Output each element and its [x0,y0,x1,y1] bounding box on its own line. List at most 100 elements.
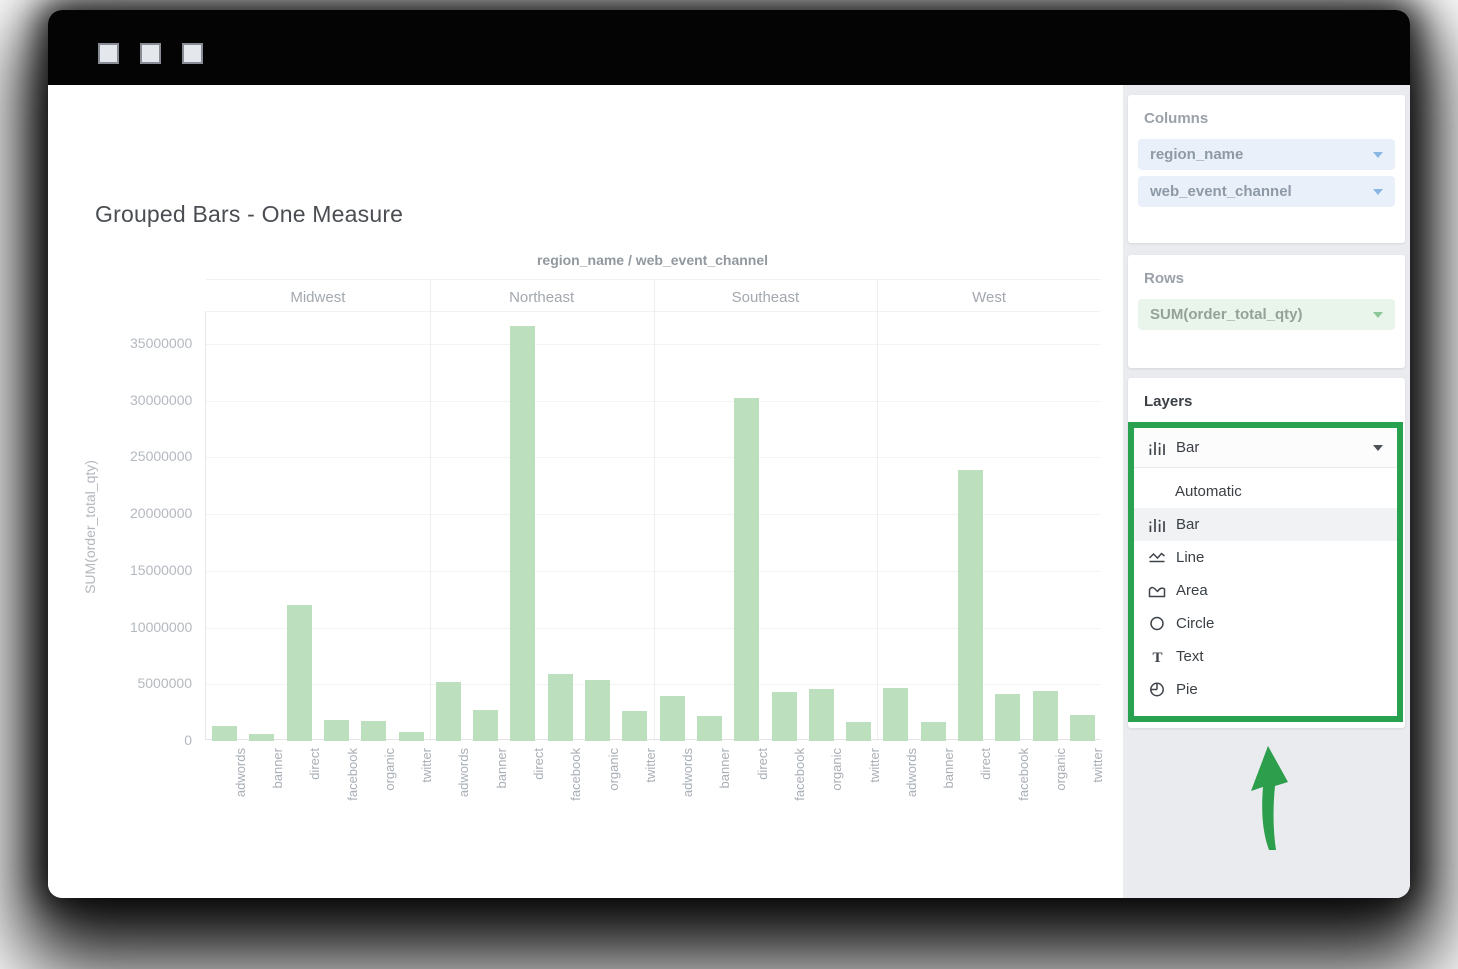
facet-separator [654,279,655,741]
bar[interactable] [772,692,797,741]
layer-menu-item-text[interactable]: T Text [1134,640,1397,673]
y-tick-label: 25000000 [130,448,192,464]
y-tick-label: 0 [130,732,192,748]
area-icon [1148,584,1166,598]
window-control-button[interactable] [140,43,161,64]
x-tick-label: organic [1053,748,1069,812]
bar[interactable] [361,721,386,741]
bar[interactable] [399,732,424,741]
x-tick-label: twitter [419,748,435,812]
bar[interactable] [473,710,498,741]
layers-header: Layers [1128,378,1405,422]
layer-menu-item-label: Area [1176,582,1208,599]
field-pill-sum-order-total-qty-[interactable]: SUM(order_total_qty) [1138,299,1395,330]
bar[interactable] [660,696,685,741]
bar[interactable] [958,470,983,741]
x-tick-label: organic [829,748,845,812]
bar[interactable] [212,726,237,741]
y-tick-label: 30000000 [130,392,192,408]
x-tick-label: organic [606,748,622,812]
x-tick-label: adwords [233,748,249,812]
columns-header: Columns [1128,95,1405,139]
facet-group-label: Southeast [654,281,878,314]
bar[interactable] [548,674,573,741]
x-tick-label: facebook [345,748,361,812]
window-control-button[interactable] [182,43,203,64]
layer-menu-item-automatic[interactable]: Automatic [1134,475,1397,508]
layer-type-select[interactable]: Bar [1134,428,1397,468]
field-pill-region-name[interactable]: region_name [1138,139,1395,170]
app-content: Grouped Bars - One Measure region_name /… [48,85,1410,898]
bar[interactable] [324,720,349,741]
chevron-down-icon[interactable] [1373,312,1383,318]
bar[interactable] [1070,715,1095,741]
field-pill-web-event-channel[interactable]: web_event_channel [1138,176,1395,207]
app-window: Grouped Bars - One Measure region_name /… [48,10,1410,898]
x-tick-label: direct [307,748,323,812]
bar-chart-plot: 0500000010000000150000002000000025000000… [205,311,1100,740]
desktop-background: Grouped Bars - One Measure region_name /… [0,0,1458,969]
bar[interactable] [921,722,946,741]
y-tick-label: 10000000 [130,619,192,635]
facet-axis-title: region_name / web_event_channel [205,252,1100,268]
facet-group-label: Midwest [206,281,430,314]
bar[interactable] [585,680,610,741]
layer-type-selected-label: Bar [1176,439,1363,456]
bar[interactable] [287,605,312,741]
bar[interactable] [510,326,535,741]
chevron-down-icon[interactable] [1373,152,1383,158]
facet-group-label: Northeast [430,281,654,314]
y-tick-label: 20000000 [130,505,192,521]
x-tick-label: direct [978,748,994,812]
window-control-button[interactable] [98,43,119,64]
tutorial-arrow-icon [1248,744,1294,852]
x-tick-label: banner [270,748,286,812]
bar[interactable] [1033,691,1058,741]
field-pill-label: SUM(order_total_qty) [1150,306,1373,323]
bar[interactable] [249,734,274,741]
x-tick-label: banner [494,748,510,812]
x-tick-label: twitter [643,748,659,812]
bar[interactable] [436,682,461,741]
bar-icon [1148,440,1166,456]
x-tick-label: adwords [456,748,472,812]
facet-group-label: West [877,281,1101,314]
x-tick-label: direct [755,748,771,812]
layer-menu-item-circle[interactable]: Circle [1134,607,1397,640]
bar[interactable] [697,716,722,741]
layer-menu-item-bar[interactable]: Bar [1134,508,1397,541]
page-title: Grouped Bars - One Measure [95,201,403,228]
columns-card: Columns region_name web_event_channel [1128,95,1405,243]
x-tick-label: adwords [904,748,920,812]
x-tick-label: facebook [1016,748,1032,812]
y-tick-label: 35000000 [130,335,192,351]
layer-menu-item-label: Line [1176,549,1204,566]
x-tick-label: facebook [792,748,808,812]
field-pill-label: web_event_channel [1150,183,1373,200]
chevron-down-icon[interactable] [1373,189,1383,195]
bar[interactable] [883,688,908,741]
layer-menu-item-label: Circle [1176,615,1214,632]
layer-menu-item-line[interactable]: Line [1134,541,1397,574]
y-tick-label: 5000000 [130,675,192,691]
layer-menu-item-label: Pie [1176,681,1198,698]
x-tick-label: banner [941,748,957,812]
layer-menu-item-label: Text [1176,648,1204,665]
y-tick-label: 15000000 [130,562,192,578]
circle-icon [1148,616,1166,631]
bar[interactable] [995,694,1020,741]
line-icon [1148,551,1166,564]
text-icon: T [1148,649,1166,664]
tutorial-highlight-box: Bar Automatic Bar Line Area Circle T Text Pie [1128,422,1403,722]
bar[interactable] [734,398,759,741]
layer-menu-item-label: Bar [1176,516,1199,533]
bar[interactable] [809,689,834,741]
bar[interactable] [846,722,871,741]
layer-menu-item-pie[interactable]: Pie [1134,673,1397,706]
layer-menu-item-label: Automatic [1175,483,1242,500]
facet-separator [877,279,878,741]
bar[interactable] [622,711,647,741]
layer-menu-item-area[interactable]: Area [1134,574,1397,607]
x-tick-label: twitter [867,748,883,812]
chevron-down-icon [1373,445,1383,451]
